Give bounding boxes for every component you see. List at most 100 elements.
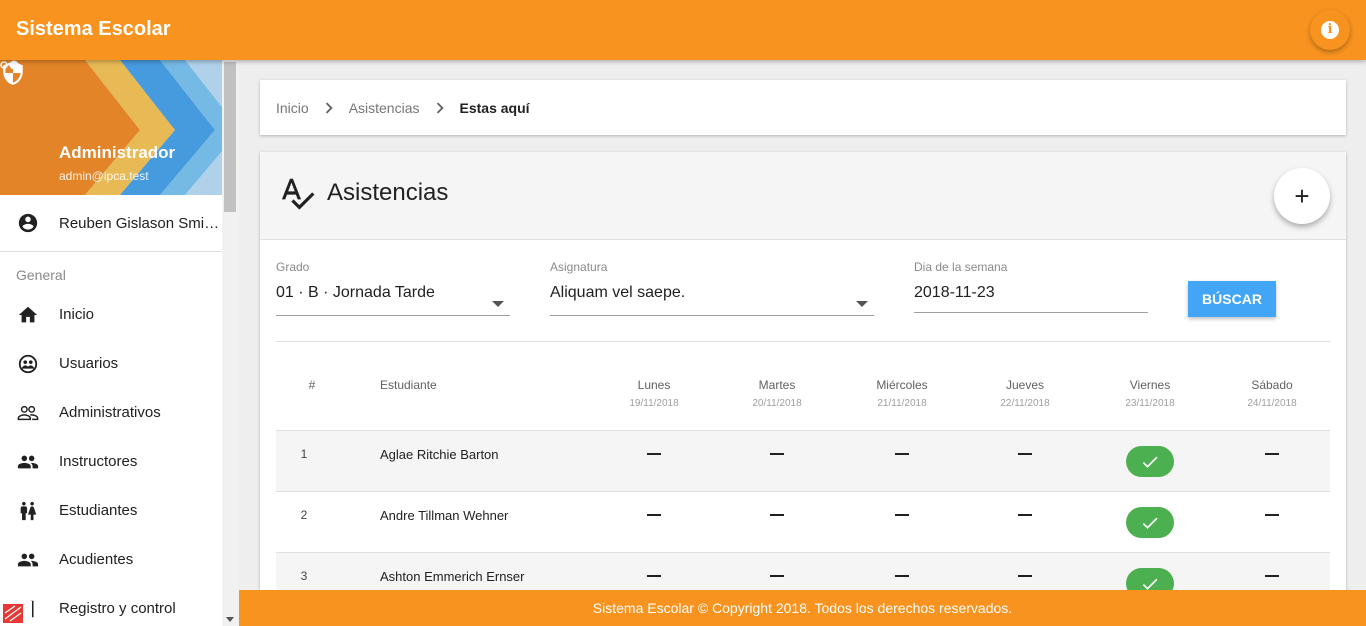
breadcrumb-link-asistencias[interactable]: Asistencias	[349, 100, 420, 116]
asignatura-select[interactable]: Asignatura Aliquam vel saepe.	[550, 260, 874, 316]
users-globe-icon	[18, 354, 38, 373]
day-date: 19/11/2018	[629, 398, 679, 409]
nav-section-label: General	[16, 267, 66, 283]
day-name: Jueves	[1005, 378, 1045, 392]
page-title: Asistencias	[327, 179, 449, 206]
profile-name: Administrador	[59, 143, 176, 162]
sidebar-item-label: Registro y control	[59, 600, 176, 617]
attendance-card: Asistencias + Grado 01 · B · Jornada Tar…	[260, 152, 1346, 626]
breadcrumb-link-inicio[interactable]: Inicio	[276, 100, 309, 116]
sidebar-item-registro[interactable]: Registro y control	[0, 584, 222, 626]
asignatura-value: Aliquam vel saepe.	[550, 284, 686, 301]
day-date: 22/11/2018	[1000, 398, 1050, 409]
top-app-bar: Sistema Escolar i	[0, 0, 1366, 60]
attendance-empty-icon[interactable]	[770, 514, 784, 516]
attendance-empty-icon[interactable]	[1018, 453, 1032, 455]
grado-select[interactable]: Grado 01 · B · Jornada Tarde	[276, 260, 510, 316]
grado-value: 01 · B · Jornada Tarde	[276, 284, 435, 301]
sidebar-item-label: Administrativos	[59, 404, 161, 421]
day-date: 20/11/2018	[752, 398, 802, 409]
spellcheck-icon	[281, 178, 315, 210]
day-name: Miércoles	[876, 378, 928, 392]
sidebar-item-label: Estudiantes	[59, 502, 138, 519]
attendance-empty-icon[interactable]	[1018, 575, 1032, 577]
header-day: Martes 20/11/2018	[727, 378, 827, 409]
scroll-down-arrow-icon[interactable]	[226, 617, 234, 622]
attendance-empty-icon[interactable]	[895, 514, 909, 516]
day-date: 21/11/2018	[877, 398, 927, 409]
sidebar-item-inicio[interactable]: Inicio	[0, 290, 222, 339]
attendance-empty-icon[interactable]	[647, 453, 661, 455]
account-circle-icon	[18, 213, 38, 233]
attendance-table: # Estudiante Lunes 19/11/2018 Martes 20/11…	[276, 342, 1330, 614]
student-name: Aglae Ritchie Barton	[380, 447, 499, 462]
check-icon	[1142, 456, 1158, 468]
asignatura-label: Asignatura	[550, 260, 608, 274]
info-icon: i	[1321, 21, 1339, 39]
day-name: Viernes	[1129, 378, 1171, 392]
day-date: 23/11/2018	[1125, 398, 1175, 409]
sidebar-item-label: Usuarios	[59, 355, 119, 372]
dia-label: Dia de la semana	[914, 260, 1008, 274]
attendance-empty-icon[interactable]	[1265, 575, 1279, 577]
plus-icon: +	[1294, 180, 1310, 211]
corner-badge	[0, 601, 32, 626]
add-button[interactable]: +	[1274, 168, 1330, 224]
chevron-right-icon	[436, 102, 444, 113]
attendance-empty-icon[interactable]	[770, 575, 784, 577]
breadcrumb-current: Estas aquí	[459, 99, 530, 116]
sidebar-scrollbar[interactable]	[222, 60, 239, 626]
sidebar-item-label: Inicio	[59, 306, 95, 323]
sidebar-item-estudiantes[interactable]: Estudiantes	[0, 486, 222, 535]
search-button[interactable]: BÚSCAR	[1188, 281, 1276, 317]
header-num: #	[308, 378, 316, 392]
attendance-empty-icon[interactable]	[895, 575, 909, 577]
current-user-name: Reuben Gislason Smi…	[59, 214, 220, 232]
header-day: Lunes 19/11/2018	[604, 378, 704, 409]
info-button[interactable]: i	[1310, 10, 1350, 50]
footer: Sistema Escolar © Copyright 2018. Todos …	[239, 590, 1366, 626]
header-day: Jueves 22/11/2018	[975, 378, 1075, 409]
attendance-present-toggle[interactable]	[1126, 507, 1174, 538]
attendance-empty-icon[interactable]	[647, 514, 661, 516]
row-number: 1	[300, 447, 308, 461]
current-user-item[interactable]: Reuben Gislason Smi…	[0, 195, 222, 252]
people-outline-icon	[17, 405, 39, 420]
field-underline	[914, 312, 1148, 313]
attendance-empty-icon[interactable]	[1265, 453, 1279, 455]
student-name: Andre Tillman Wehner	[380, 508, 509, 523]
dia-date-field[interactable]: Dia de la semana 2018-11-23	[914, 260, 1148, 313]
sidebar-item-administrativos[interactable]: Administrativos	[0, 388, 222, 437]
field-underline	[276, 315, 510, 316]
sidebar-item-acudientes[interactable]: Acudientes	[0, 535, 222, 584]
attendance-empty-icon[interactable]	[770, 453, 784, 455]
attendance-present-toggle[interactable]	[1126, 446, 1174, 477]
dropdown-arrow-icon	[856, 301, 868, 307]
attendance-empty-icon[interactable]	[1018, 514, 1032, 516]
people-icon	[17, 553, 39, 566]
day-name: Martes	[758, 378, 796, 392]
sidebar-item-label: Instructores	[59, 453, 138, 470]
table-body: 1 Aglae Ritchie Barton 2 Andre Tillman Wehn…	[276, 431, 1330, 614]
chevron-right-icon	[325, 102, 333, 113]
sidebar-item-usuarios[interactable]: Usuarios	[0, 339, 222, 388]
app-title: Sistema Escolar	[16, 18, 171, 40]
wc-icon	[20, 501, 37, 520]
sidebar-item-label: Acudientes	[59, 551, 134, 568]
attendance-empty-icon[interactable]	[895, 453, 909, 455]
field-underline	[550, 315, 874, 316]
attendance-empty-icon[interactable]	[647, 575, 661, 577]
sidebar-item-instructores[interactable]: Instructores	[0, 437, 222, 486]
student-name: Ashton Emmerich Ernser	[380, 569, 525, 584]
profile-email: admin@ipca.test	[59, 169, 149, 183]
scroll-thumb[interactable]	[224, 62, 236, 212]
attendance-empty-icon[interactable]	[1265, 514, 1279, 516]
header-day: Miércoles 21/11/2018	[852, 378, 952, 409]
people-icon	[17, 455, 39, 468]
card-header: Asistencias +	[260, 152, 1346, 240]
toggle-icon[interactable]	[0, 60, 20, 70]
table-row: 2 Andre Tillman Wehner	[276, 492, 1330, 553]
row-number: 2	[300, 508, 308, 522]
row-number: 3	[300, 569, 308, 583]
table-header: # Estudiante Lunes 19/11/2018 Martes 20/11…	[276, 342, 1330, 431]
